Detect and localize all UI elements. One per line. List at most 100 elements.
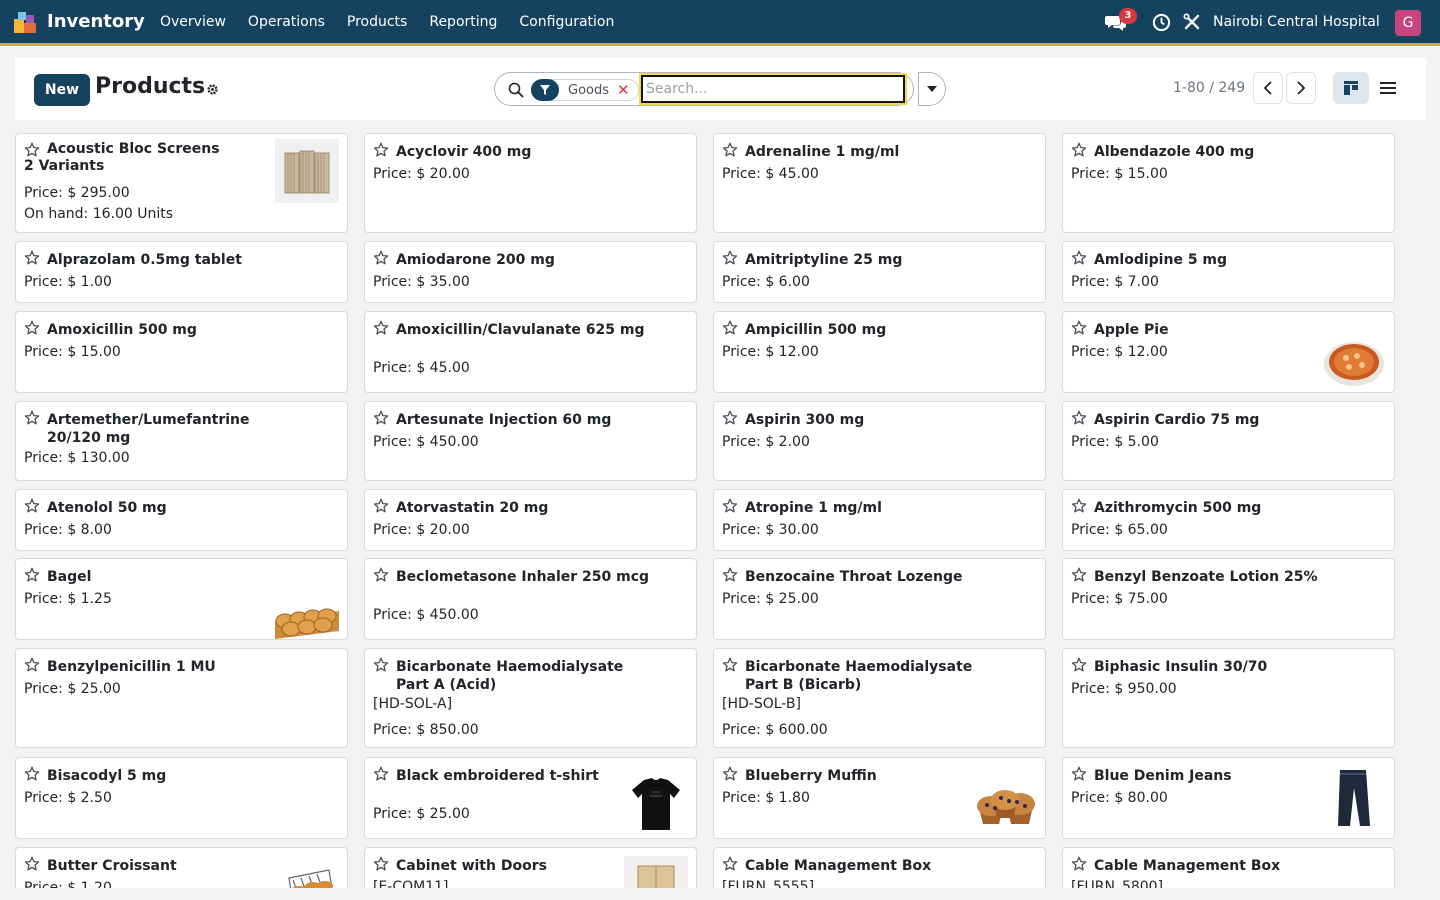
page-title: Products <box>95 74 206 99</box>
product-card[interactable]: Bicarbonate Haemodialysate Part B (Bicar… <box>713 648 1046 748</box>
product-card[interactable]: Apple Pie Price: $ 12.00 <box>1062 311 1395 393</box>
product-card[interactable]: Cabinet with Doors [E-COM11] <box>364 847 697 888</box>
product-card[interactable]: Atorvastatin 20 mg Price: $ 20.00 <box>364 489 697 551</box>
favorite-star-icon[interactable] <box>1071 498 1087 514</box>
pager-value[interactable]: 1-80 / 249 <box>1173 80 1245 96</box>
favorite-star-icon[interactable] <box>373 766 389 782</box>
inventory-app-icon[interactable] <box>12 9 38 35</box>
favorite-star-icon[interactable] <box>1071 142 1087 158</box>
favorite-star-icon[interactable] <box>1071 567 1087 583</box>
favorite-star-icon[interactable] <box>24 567 40 583</box>
favorite-star-icon[interactable] <box>373 410 389 426</box>
favorite-star-icon[interactable] <box>722 142 738 158</box>
favorite-star-icon[interactable] <box>24 142 40 158</box>
product-card[interactable]: Butter Croissant Price: $ 1.20 <box>15 847 348 888</box>
favorite-star-icon[interactable] <box>1071 410 1087 426</box>
product-card[interactable]: Aspirin 300 mg Price: $ 2.00 <box>713 401 1046 481</box>
product-card[interactable]: Artemether/Lumefantrine 20/120 mg Price: … <box>15 401 348 481</box>
product-card[interactable]: Bagel Price: $ 1.25 <box>15 558 348 640</box>
favorite-star-icon[interactable] <box>722 657 738 673</box>
product-card[interactable]: Artesunate Injection 60 mg Price: $ 450.0… <box>364 401 697 481</box>
pager-next-button[interactable] <box>1286 72 1316 104</box>
favorite-star-icon[interactable] <box>24 498 40 514</box>
favorite-star-icon[interactable] <box>722 766 738 782</box>
menu-operations[interactable]: Operations <box>248 14 325 30</box>
tools-icon[interactable] <box>1183 13 1201 31</box>
favorite-star-icon[interactable] <box>722 856 738 872</box>
favorite-star-icon[interactable] <box>373 142 389 158</box>
product-card[interactable]: Amoxicillin/Clavulanate 625 mg Price: $ 4… <box>364 311 697 393</box>
menu-reporting[interactable]: Reporting <box>429 14 497 30</box>
favorite-star-icon[interactable] <box>373 498 389 514</box>
product-card[interactable]: Amlodipine 5 mg Price: $ 7.00 <box>1062 241 1395 303</box>
clock-icon[interactable] <box>1152 13 1171 32</box>
product-card[interactable]: Cable Management Box [FURN_5800] <box>1062 847 1395 888</box>
product-card[interactable]: Atropine 1 mg/ml Price: $ 30.00 <box>713 489 1046 551</box>
user-avatar[interactable]: G <box>1395 10 1421 36</box>
favorite-star-icon[interactable] <box>373 250 389 266</box>
list-view-button[interactable] <box>1370 72 1406 104</box>
favorite-star-icon[interactable] <box>24 766 40 782</box>
favorite-star-icon[interactable] <box>722 250 738 266</box>
product-card[interactable]: Benzocaine Throat Lozenge Price: $ 25.00 <box>713 558 1046 640</box>
search-input[interactable] <box>639 73 907 105</box>
favorite-star-icon[interactable] <box>722 567 738 583</box>
favorite-star-icon[interactable] <box>722 498 738 514</box>
favorite-star-icon[interactable] <box>373 856 389 872</box>
search-options-toggle[interactable] <box>918 72 946 106</box>
kanban-view-button[interactable] <box>1333 72 1369 104</box>
favorite-star-icon[interactable] <box>1071 320 1087 336</box>
favorite-star-icon[interactable] <box>373 320 389 336</box>
gear-icon[interactable] <box>206 83 219 96</box>
favorite-star-icon[interactable] <box>373 657 389 673</box>
menu-overview[interactable]: Overview <box>160 14 226 30</box>
favorite-star-icon[interactable] <box>24 856 40 872</box>
product-card[interactable]: Benzylpenicillin 1 MU Price: $ 25.00 <box>15 648 348 748</box>
product-card[interactable]: Acoustic Bloc Screens 2 Variants Price: $ … <box>15 133 348 233</box>
product-price: Price: $ 25.00 <box>722 591 819 607</box>
favorite-star-icon[interactable] <box>722 320 738 336</box>
product-name: Cable Management Box <box>1094 858 1281 874</box>
favorite-star-icon[interactable] <box>24 657 40 673</box>
remove-facet-icon[interactable]: ✕ <box>617 81 630 99</box>
product-card[interactable]: Amiodarone 200 mg Price: $ 35.00 <box>364 241 697 303</box>
favorite-star-icon[interactable] <box>1071 856 1087 872</box>
product-card[interactable]: Acyclovir 400 mg Price: $ 20.00 <box>364 133 697 233</box>
product-card[interactable]: Azithromycin 500 mg Price: $ 65.00 <box>1062 489 1395 551</box>
favorite-star-icon[interactable] <box>373 567 389 583</box>
product-card[interactable]: Alprazolam 0.5mg tablet Price: $ 1.00 <box>15 241 348 303</box>
product-name: Acyclovir 400 mg <box>396 144 532 160</box>
product-card[interactable]: Amitriptyline 25 mg Price: $ 6.00 <box>713 241 1046 303</box>
app-name[interactable]: Inventory <box>47 11 145 32</box>
new-button[interactable]: New <box>34 74 90 106</box>
product-card[interactable]: Cable Management Box [FURN_5555] <box>713 847 1046 888</box>
menu-products[interactable]: Products <box>347 14 407 30</box>
product-card[interactable]: Aspirin Cardio 75 mg Price: $ 5.00 <box>1062 401 1395 481</box>
favorite-star-icon[interactable] <box>722 410 738 426</box>
product-card[interactable]: Beclometasone Inhaler 250 mcg Price: $ 45… <box>364 558 697 640</box>
menu-configuration[interactable]: Configuration <box>519 14 614 30</box>
favorite-star-icon[interactable] <box>24 410 40 426</box>
product-card[interactable]: Ampicillin 500 mg Price: $ 12.00 <box>713 311 1046 393</box>
favorite-star-icon[interactable] <box>1071 766 1087 782</box>
product-card[interactable]: Bicarbonate Haemodialysate Part A (Acid)… <box>364 648 697 748</box>
jeans-image <box>1338 770 1370 826</box>
search-facet-goods: Goods ✕ <box>531 78 639 101</box>
product-card[interactable]: Bisacodyl 5 mg Price: $ 2.50 <box>15 757 348 839</box>
favorite-star-icon[interactable] <box>24 250 40 266</box>
favorite-star-icon[interactable] <box>1071 657 1087 673</box>
product-card[interactable]: Amoxicillin 500 mg Price: $ 15.00 <box>15 311 348 393</box>
product-card[interactable]: Atenolol 50 mg Price: $ 8.00 <box>15 489 348 551</box>
favorite-star-icon[interactable] <box>1071 250 1087 266</box>
product-card[interactable]: Black embroidered t-shirt Price: $ 25.00 <box>364 757 697 839</box>
company-switcher[interactable]: Nairobi Central Hospital <box>1213 14 1380 30</box>
product-card[interactable]: Adrenaline 1 mg/ml Price: $ 45.00 <box>713 133 1046 233</box>
product-card[interactable]: Blue Denim Jeans Price: $ 80.00 <box>1062 757 1395 839</box>
product-card[interactable]: Blueberry Muffin Price: $ 1.80 <box>713 757 1046 839</box>
product-card[interactable]: Biphasic Insulin 30/70 Price: $ 950.00 <box>1062 648 1395 748</box>
favorite-star-icon[interactable] <box>24 320 40 336</box>
product-name: Aspirin Cardio 75 mg <box>1094 412 1260 428</box>
product-card[interactable]: Benzyl Benzoate Lotion 25% Price: $ 75.00 <box>1062 558 1395 640</box>
pager-previous-button[interactable] <box>1253 72 1283 104</box>
product-card[interactable]: Albendazole 400 mg Price: $ 15.00 <box>1062 133 1395 233</box>
